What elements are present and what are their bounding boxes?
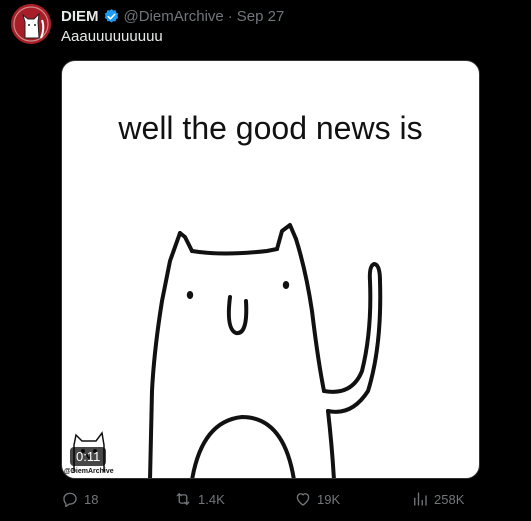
- author-handle[interactable]: @DiemArchive: [124, 8, 224, 25]
- verified-badge-icon: [103, 8, 120, 25]
- tweet-text: Aaauuuuuuuuu: [61, 28, 163, 45]
- reply-button[interactable]: 18: [61, 490, 98, 508]
- views-icon: [414, 492, 427, 506]
- reply-count: 18: [84, 491, 99, 507]
- video-player[interactable]: well the good news is @DiemArchive 0:11: [61, 60, 480, 479]
- repost-count: 1.4K: [198, 491, 225, 507]
- tweet[interactable]: DIEM @DiemArchive · Sep 27 Aaauuuuuuuuu …: [0, 0, 531, 521]
- like-button[interactable]: 19K: [294, 490, 340, 508]
- watermark-label: @DiemArchive: [64, 468, 114, 475]
- avatar-cat-icon: [11, 4, 51, 44]
- repost-icon: [176, 493, 190, 505]
- view-count: 258K: [434, 491, 465, 507]
- header-separator: ·: [227, 7, 233, 25]
- repost-button[interactable]: 1.4K: [173, 490, 225, 508]
- author-name[interactable]: DIEM: [61, 8, 99, 25]
- video-duration: 0:11: [70, 447, 107, 466]
- like-count: 19K: [317, 491, 341, 507]
- tweet-header: DIEM @DiemArchive · Sep 27: [61, 6, 284, 26]
- action-bar: 18 1.4K 19K 258K: [61, 490, 471, 510]
- reply-icon: [63, 492, 77, 508]
- cat-drawing: [148, 223, 383, 478]
- avatar[interactable]: [11, 4, 51, 44]
- tweet-date[interactable]: Sep 27: [237, 8, 285, 25]
- like-icon: [296, 493, 310, 506]
- views-button[interactable]: 258K: [411, 490, 464, 508]
